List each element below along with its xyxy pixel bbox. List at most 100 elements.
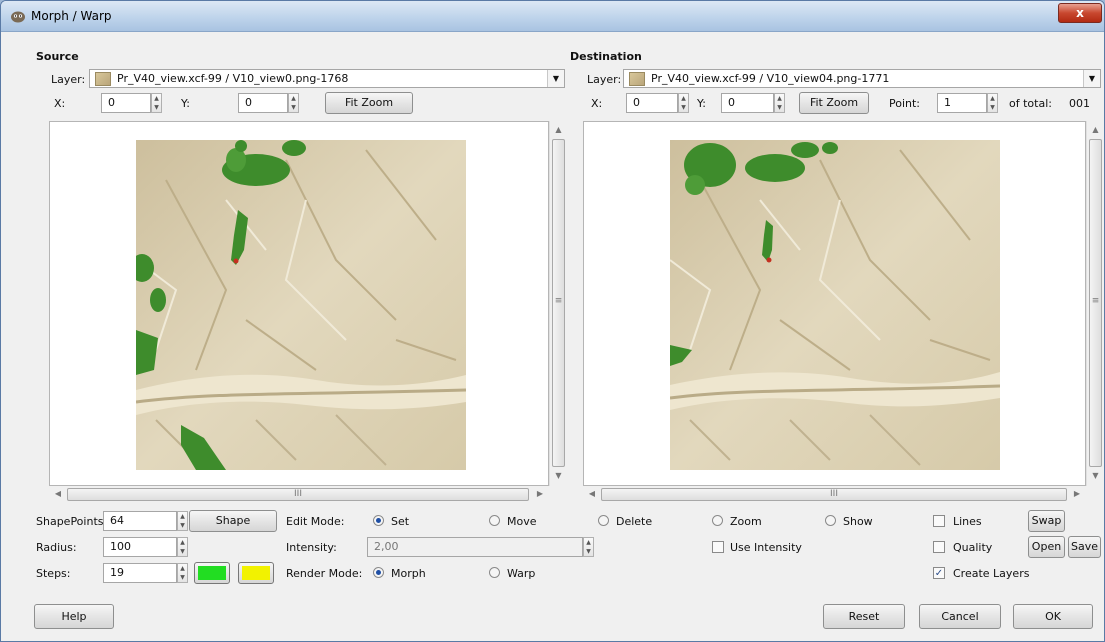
destination-vscroll-thumb[interactable]: ≡ xyxy=(1089,139,1102,467)
source-vscroll-grip: ≡ xyxy=(554,296,563,306)
source-vertical-scrollbar[interactable]: ▲ ≡ ▼ xyxy=(549,121,567,486)
open-button[interactable]: Open xyxy=(1028,536,1065,558)
destination-header: Destination xyxy=(570,50,642,63)
edit-show-radio[interactable] xyxy=(825,515,836,526)
ok-button[interactable]: OK xyxy=(1013,604,1093,629)
close-icon: x xyxy=(1076,6,1084,20)
edit-delete-label: Delete xyxy=(616,515,653,528)
destination-y-input[interactable]: 0 xyxy=(721,93,774,113)
radius-spinner[interactable]: ▲ ▼ xyxy=(177,537,188,557)
point-label: Point: xyxy=(889,97,921,110)
destination-y-spinner[interactable]: ▲ ▼ xyxy=(774,93,785,113)
shape-button[interactable]: Shape xyxy=(189,510,277,532)
radius-label: Radius: xyxy=(36,541,77,554)
edit-zoom-radio[interactable] xyxy=(712,515,723,526)
source-terrain-image[interactable] xyxy=(136,140,466,470)
destination-y-label: Y: xyxy=(697,97,706,110)
scroll-down-icon[interactable]: ▼ xyxy=(553,471,564,480)
render-mode-label: Render Mode: xyxy=(286,567,363,580)
color2-swatch-button[interactable] xyxy=(238,562,274,584)
render-warp-radio[interactable] xyxy=(489,567,500,578)
source-y-input[interactable]: 0 xyxy=(238,93,288,113)
window-title: Morph / Warp xyxy=(31,9,112,23)
lines-checkbox[interactable] xyxy=(933,515,945,527)
destination-terrain-image[interactable] xyxy=(670,140,1000,470)
destination-hscroll-grip: III xyxy=(830,489,838,499)
swap-button[interactable]: Swap xyxy=(1028,510,1065,532)
destination-view-panel[interactable] xyxy=(583,121,1086,486)
source-layer-value: Pr_V40_view.xcf-99 / V10_view0.png-1768 xyxy=(117,72,349,85)
of-total-label: of total: xyxy=(1009,97,1052,110)
source-layer-label: Layer: xyxy=(51,73,86,86)
scroll-down-icon[interactable]: ▼ xyxy=(1090,471,1101,480)
destination-layer-select[interactable]: Pr_V40_view.xcf-99 / V10_view04.png-1771… xyxy=(623,69,1101,88)
yellow-swatch xyxy=(242,566,270,580)
layer-thumbnail-icon xyxy=(629,72,645,86)
edit-show-label: Show xyxy=(843,515,873,528)
edit-set-label: Set xyxy=(391,515,410,528)
source-x-input[interactable]: 0 xyxy=(101,93,151,113)
scroll-left-icon[interactable]: ◀ xyxy=(53,489,63,498)
steps-label: Steps: xyxy=(36,567,71,580)
destination-vertical-scrollbar[interactable]: ▲ ≡ ▼ xyxy=(1086,121,1104,486)
source-view-panel[interactable] xyxy=(49,121,549,486)
source-y-label: Y: xyxy=(181,97,190,110)
destination-horizontal-scrollbar[interactable]: ◀ III ▶ xyxy=(583,486,1086,503)
source-hscroll-thumb[interactable]: III xyxy=(67,488,529,501)
reset-button[interactable]: Reset xyxy=(823,604,905,629)
destination-layer-value: Pr_V40_view.xcf-99 / V10_view04.png-1771 xyxy=(651,72,890,85)
destination-x-spinner[interactable]: ▲ ▼ xyxy=(678,93,689,113)
help-button[interactable]: Help xyxy=(34,604,114,629)
quality-checkbox[interactable] xyxy=(933,541,945,553)
destination-fit-zoom-button[interactable]: Fit Zoom xyxy=(799,92,869,114)
scroll-left-icon[interactable]: ◀ xyxy=(587,489,597,498)
steps-spinner[interactable]: ▲ ▼ xyxy=(177,563,188,583)
lines-label: Lines xyxy=(953,515,982,528)
destination-layer-label: Layer: xyxy=(587,73,622,86)
render-warp-label: Warp xyxy=(507,567,536,580)
close-button[interactable]: x xyxy=(1058,3,1102,23)
scroll-right-icon[interactable]: ▶ xyxy=(535,489,545,498)
destination-x-input[interactable]: 0 xyxy=(626,93,678,113)
chevron-down-icon[interactable]: ▼ xyxy=(1083,70,1100,87)
green-swatch xyxy=(198,566,226,580)
save-button[interactable]: Save xyxy=(1068,536,1101,558)
color1-swatch-button[interactable] xyxy=(194,562,230,584)
use-intensity-checkbox[interactable] xyxy=(712,541,724,553)
source-header: Source xyxy=(36,50,79,63)
morph-warp-dialog: Morph / Warp x Source Layer: Pr_V40_view… xyxy=(0,0,1105,642)
source-x-spinner[interactable]: ▲ ▼ xyxy=(151,93,162,113)
shape-points-spinner[interactable]: ▲ ▼ xyxy=(177,511,188,531)
scroll-right-icon[interactable]: ▶ xyxy=(1072,489,1082,498)
chevron-down-icon[interactable]: ▼ xyxy=(547,70,564,87)
source-x-label: X: xyxy=(54,97,66,110)
edit-move-label: Move xyxy=(507,515,537,528)
edit-delete-radio[interactable] xyxy=(598,515,609,526)
source-layer-select[interactable]: Pr_V40_view.xcf-99 / V10_view0.png-1768 … xyxy=(89,69,565,88)
intensity-spinner[interactable]: ▲ ▼ xyxy=(583,537,594,557)
scroll-up-icon[interactable]: ▲ xyxy=(553,125,564,134)
intensity-input[interactable]: 2,00 xyxy=(367,537,583,557)
edit-mode-label: Edit Mode: xyxy=(286,515,345,528)
steps-input[interactable]: 19 xyxy=(103,563,177,583)
intensity-label: Intensity: xyxy=(286,541,337,554)
cancel-button[interactable]: Cancel xyxy=(919,604,1001,629)
destination-x-label: X: xyxy=(591,97,603,110)
source-vscroll-thumb[interactable]: ≡ xyxy=(552,139,565,467)
source-fit-zoom-button[interactable]: Fit Zoom xyxy=(325,92,413,114)
edit-set-radio[interactable] xyxy=(373,515,384,526)
shape-points-input[interactable]: 64 xyxy=(103,511,177,531)
point-input[interactable]: 1 xyxy=(937,93,987,113)
destination-hscroll-thumb[interactable]: III xyxy=(601,488,1067,501)
point-spinner[interactable]: ▲ ▼ xyxy=(987,93,998,113)
edit-move-radio[interactable] xyxy=(489,515,500,526)
create-layers-checkbox[interactable]: ✓ xyxy=(933,567,945,579)
source-y-spinner[interactable]: ▲ ▼ xyxy=(288,93,299,113)
scroll-up-icon[interactable]: ▲ xyxy=(1090,125,1101,134)
edit-zoom-label: Zoom xyxy=(730,515,762,528)
use-intensity-label: Use Intensity xyxy=(730,541,802,554)
source-horizontal-scrollbar[interactable]: ◀ III ▶ xyxy=(49,486,549,503)
render-morph-radio[interactable] xyxy=(373,567,384,578)
layer-thumbnail-icon xyxy=(95,72,111,86)
radius-input[interactable]: 100 xyxy=(103,537,177,557)
